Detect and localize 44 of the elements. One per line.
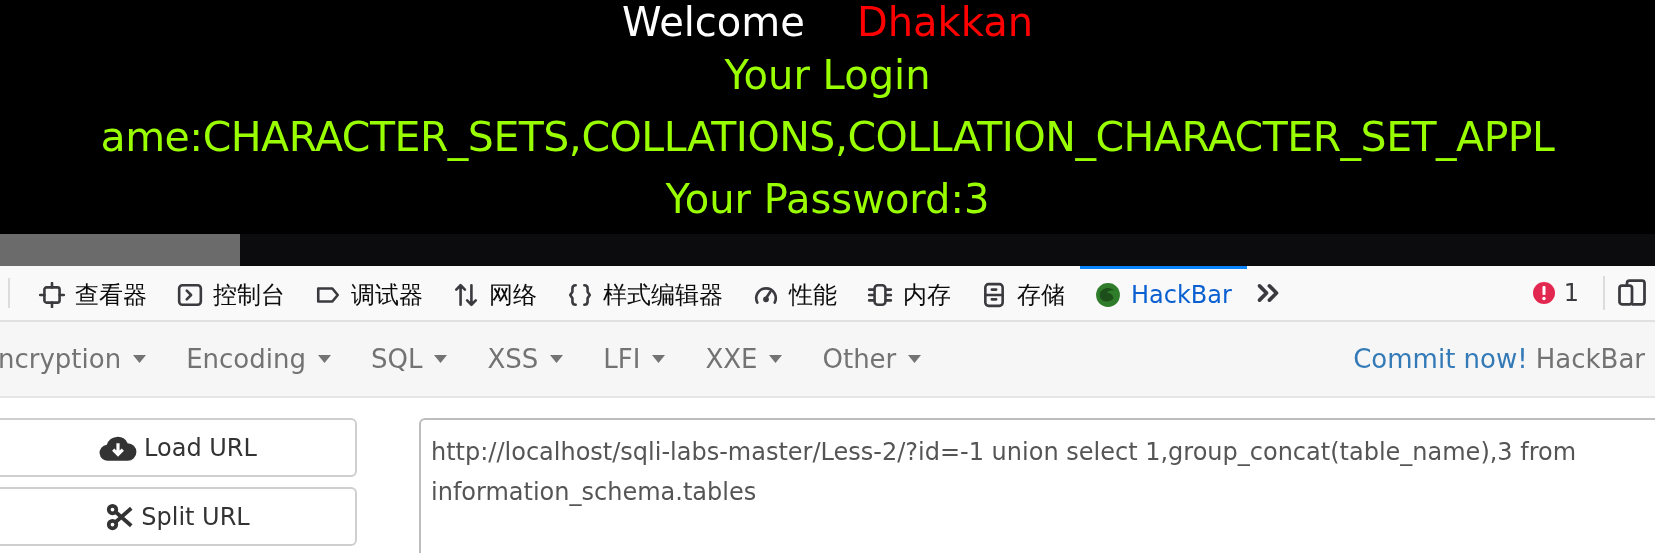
- caret-icon: [434, 355, 448, 363]
- username-text: Dhakkan: [856, 0, 1034, 44]
- menu-dropdown[interactable]: SQL: [371, 339, 448, 379]
- hackbar-logo-icon: [1095, 281, 1121, 308]
- menu-dropdown[interactable]: ncryption: [0, 339, 147, 379]
- welcome-text: Welcome: [621, 0, 805, 44]
- devtools-tab[interactable]: 内存: [852, 266, 966, 320]
- caret-icon: [550, 355, 564, 363]
- devtools-tab[interactable]: 调试器: [300, 266, 438, 320]
- split-url-button[interactable]: Split URL: [0, 487, 357, 546]
- caret-icon: [652, 355, 666, 363]
- brand-text: HackBar: [1535, 342, 1645, 376]
- load-url-button[interactable]: Load URL: [0, 418, 357, 477]
- arrows-up-down-icon: [453, 281, 479, 308]
- menu-dropdown[interactable]: Encoding: [186, 339, 331, 379]
- caret-icon: [908, 355, 922, 363]
- menu-dropdown[interactable]: Other: [822, 339, 922, 379]
- scrollbar-thumb[interactable]: [0, 234, 240, 266]
- error-count: 1: [1563, 278, 1579, 309]
- menu-dropdown[interactable]: LFI: [603, 339, 666, 379]
- console-icon: [177, 281, 203, 308]
- error-icon[interactable]: [1531, 281, 1556, 305]
- devtools-tab[interactable]: 网络: [438, 266, 552, 320]
- devtools-tab[interactable]: 查看器: [24, 266, 162, 320]
- inspector-icon: [39, 281, 65, 308]
- url-textarea[interactable]: http://localhost/sqli-labs-master/Less-2/?id=-1 union select 1,group_concat(table_name),3 from information_schema.tables: [419, 418, 1655, 553]
- caret-icon: [769, 355, 783, 363]
- result-text: Your Password:3: [665, 175, 990, 224]
- storage-icon: [981, 281, 1007, 308]
- devtools-tab[interactable]: 样式编辑器: [552, 266, 738, 320]
- caret-icon: [133, 355, 147, 363]
- braces-icon: [567, 281, 593, 308]
- devtools-tab[interactable]: 存储: [966, 266, 1080, 320]
- menu-dropdown[interactable]: XXE: [705, 339, 783, 379]
- commit-link[interactable]: Commit now!: [1353, 339, 1528, 379]
- responsive-design-icon[interactable]: [1617, 278, 1647, 308]
- caret-icon: [318, 355, 331, 363]
- memory-chip-icon: [867, 281, 893, 308]
- menu-dropdown[interactable]: XSS: [487, 339, 564, 379]
- horizontal-scrollbar[interactable]: [0, 234, 1655, 266]
- devtools-tab[interactable]: 控制台: [162, 266, 300, 320]
- result-text: ame:CHARACTER_SETS,COLLATIONS,COLLATION_CHARACTER_SET_APPL: [100, 112, 1555, 163]
- result-text: Your Login: [724, 51, 931, 100]
- devtools-tab[interactable]: 性能: [738, 266, 852, 320]
